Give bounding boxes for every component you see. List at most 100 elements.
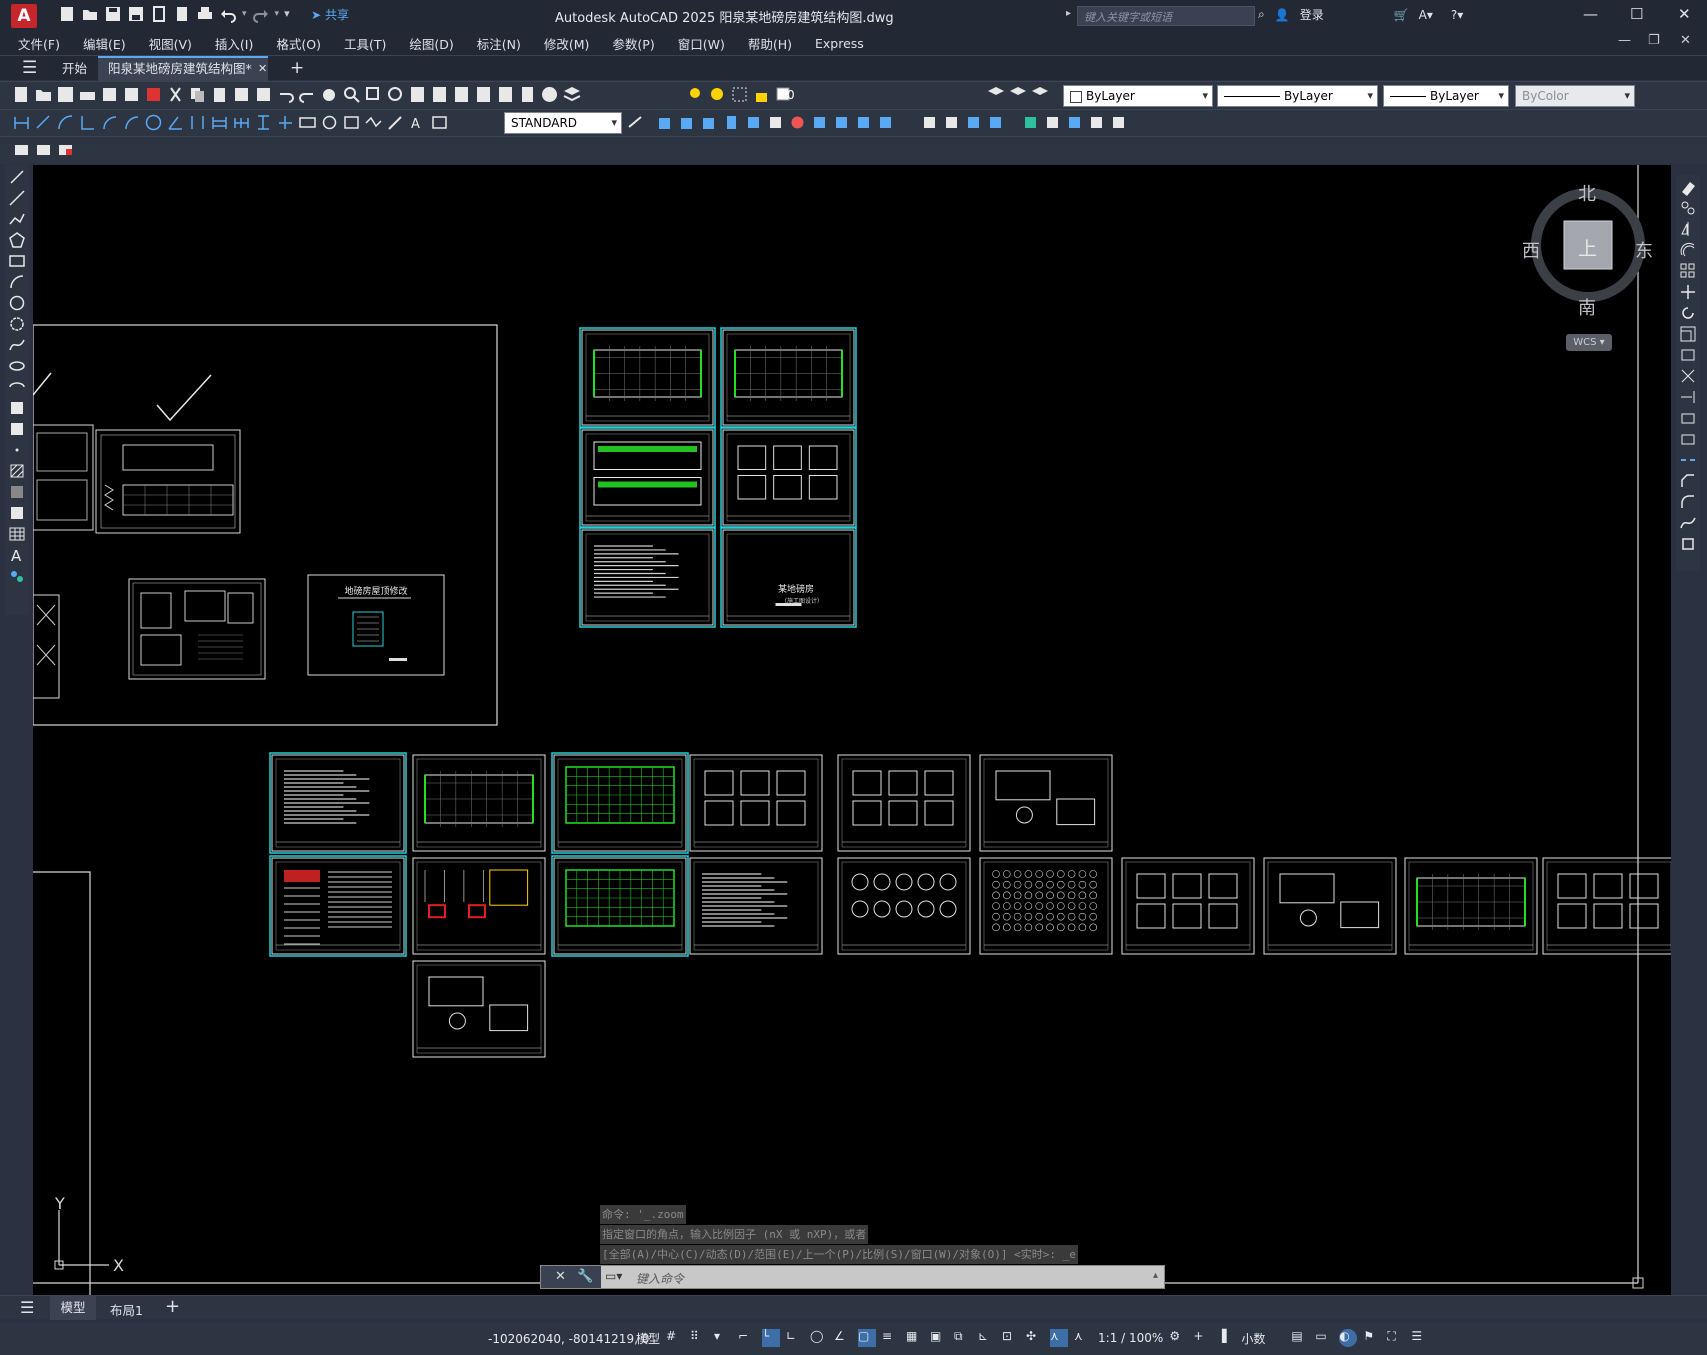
help-icon[interactable]: ?▾ [1451,8,1463,22]
menu-modify[interactable]: 修改(M) [544,34,590,53]
view-left-icon[interactable] [700,113,719,132]
menu-help[interactable]: 帮助(H) [748,34,792,53]
tab-drawing[interactable]: 阳泉某地磅房建筑结构图* [98,56,268,81]
revision-cloud-icon[interactable] [8,315,26,333]
save-as-icon[interactable] [127,5,145,23]
plot-icon[interactable] [78,85,97,104]
array-icon[interactable] [1679,262,1697,280]
explode-icon[interactable] [1679,535,1697,553]
dim-aligned-icon[interactable] [34,113,53,132]
new-tab-icon[interactable]: + [280,56,314,81]
search-expand-icon[interactable]: ▸ [1066,8,1071,19]
polyline-icon[interactable] [8,210,26,228]
doc-close-icon[interactable]: ✕ [1680,33,1691,48]
menu-draw[interactable]: 绘图(D) [409,34,453,53]
polar-tracking-icon[interactable]: ∟ [786,1329,804,1347]
break-icon[interactable] [1679,430,1697,448]
open-icon[interactable] [81,5,99,23]
layer-iso-icon[interactable] [1030,85,1049,104]
break-at-point-icon[interactable] [1679,409,1697,427]
rectangle-icon[interactable] [8,252,26,270]
zoom-previous-icon[interactable] [386,85,405,104]
rotate-icon[interactable] [1679,304,1697,322]
save-icon[interactable] [104,5,122,23]
chamfer-icon[interactable] [1679,472,1697,490]
dim-update-icon[interactable] [430,113,449,132]
3d-rotate-icon[interactable] [1043,113,1062,132]
chamfer-edge-icon[interactable] [942,113,961,132]
share-button[interactable]: ➤ 共享 [311,6,349,23]
cursor-coordinates[interactable]: -102062040, -80141219, 0 [488,1332,649,1346]
viewcube-top-face[interactable]: 上 [1578,234,1597,261]
loft-icon[interactable] [810,113,829,132]
pdf-icon[interactable] [144,85,163,104]
toolpalettes-icon[interactable] [452,85,471,104]
inspect-icon[interactable] [342,113,361,132]
layer-states-icon[interactable] [12,140,31,159]
grid-icon[interactable]: # [666,1329,684,1347]
cut-icon[interactable] [166,85,185,104]
hatch-icon[interactable] [8,462,26,480]
cart-icon[interactable]: 🛒 [1394,8,1409,22]
viewcube-west[interactable]: 西 [1522,237,1540,263]
extrude-icon[interactable] [722,113,741,132]
model-space-toggle[interactable]: 模型 [636,1330,660,1347]
layer-properties-icon[interactable] [562,85,581,104]
selection-filter-icon[interactable]: ⊡ [1002,1329,1020,1347]
maximize-icon[interactable]: ☐ [1630,5,1643,23]
gradient-icon[interactable] [8,483,26,501]
open-icon[interactable] [34,85,53,104]
snap-mode-icon[interactable]: ⠿ [690,1329,708,1347]
blend-curves-icon[interactable] [1679,514,1697,532]
layout-menu-icon[interactable]: ☰ [20,1298,34,1317]
color-dropdown[interactable]: ByLayer [1063,85,1213,107]
offset-icon[interactable] [1679,241,1697,259]
new-icon[interactable] [58,5,76,23]
redo-icon[interactable] [298,85,317,104]
isolate-objects-icon[interactable]: ◐ [1339,1329,1358,1347]
autodesk-a360-icon[interactable]: A▾ [1419,8,1433,22]
menu-window[interactable]: 窗口(W) [678,34,725,53]
join-icon[interactable] [1679,451,1697,469]
menu-file[interactable]: 文件(F) [18,34,60,53]
menu-tools[interactable]: 工具(T) [344,34,386,53]
jogged-linear-icon[interactable] [364,113,383,132]
user-icon[interactable]: 👤 [1275,8,1290,22]
dim-text-edit-icon[interactable]: A [408,113,427,132]
layer-previous-icon[interactable] [1008,85,1027,104]
lineweight-icon[interactable]: ≡ [882,1329,900,1347]
markup-icon[interactable] [496,85,515,104]
3d-mirror-icon[interactable] [1087,113,1106,132]
viewcube-north[interactable]: 北 [1578,180,1596,206]
box-icon[interactable] [766,113,785,132]
pan-icon[interactable] [320,85,339,104]
layer-walk-icon[interactable] [56,140,75,159]
menu-dimension[interactable]: 标注(N) [477,34,521,53]
preview-icon[interactable] [100,85,119,104]
paste-icon[interactable] [210,85,229,104]
units-dropdown[interactable]: 小数 [1241,1330,1265,1347]
designcenter-icon[interactable] [430,85,449,104]
tab-start[interactable]: 开始 [52,56,97,81]
polygon-icon[interactable] [8,231,26,249]
customization-icon[interactable]: ☰ [1411,1329,1429,1347]
mirror-icon[interactable] [1679,220,1697,238]
command-recent-icon[interactable]: ▭▾ [605,1269,622,1283]
help-icon[interactable] [540,85,559,104]
sweep-icon[interactable] [788,113,807,132]
auto-scale-icon[interactable]: ⋏ [1074,1329,1092,1347]
make-block-icon[interactable] [8,420,26,438]
dimstyle-dropdown[interactable]: STANDARD [504,112,622,134]
dim-quick-icon[interactable] [188,113,207,132]
annotation-visibility-icon[interactable]: ⋏ [1050,1329,1069,1347]
menu-express[interactable]: Express [815,36,864,51]
dim-linear-icon[interactable] [12,113,31,132]
isodraft-icon[interactable]: ◯ [810,1329,828,1347]
autocad-logo-icon[interactable]: A [11,4,37,28]
zoom-realtime-icon[interactable] [342,85,361,104]
3d-osnap-icon[interactable]: ⧉ [954,1329,972,1347]
doc-restore-icon[interactable]: ❐ [1648,33,1660,48]
gizmo-icon[interactable]: ✣ [1026,1329,1044,1347]
minimize-icon[interactable]: — [1583,5,1598,23]
dynamic-ucs-icon[interactable]: ⊾ [978,1329,996,1347]
